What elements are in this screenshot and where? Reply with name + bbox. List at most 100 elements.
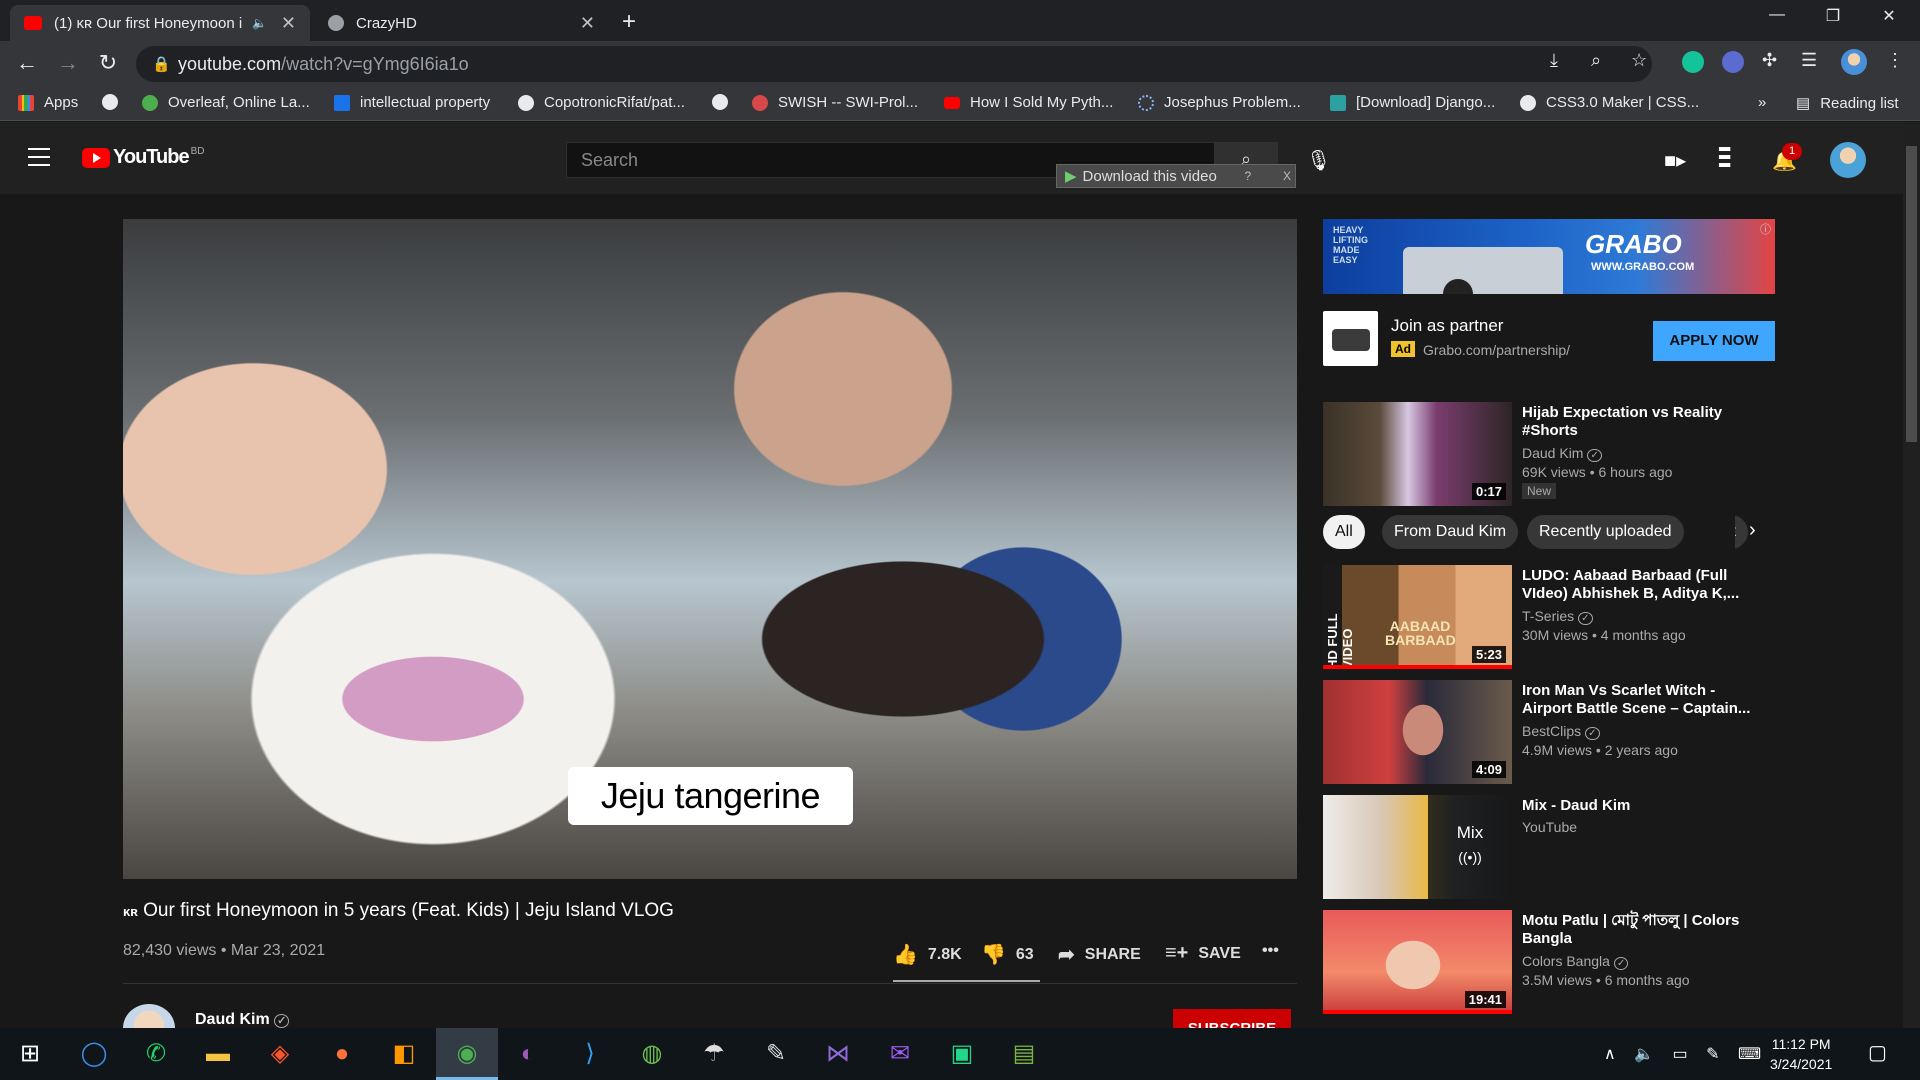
bookmark-django[interactable]: [Download] Django... bbox=[1330, 94, 1495, 111]
volume-icon[interactable]: 🔈 bbox=[1634, 1046, 1654, 1063]
chip-all[interactable]: All bbox=[1323, 515, 1365, 549]
related-video-item[interactable]: 0:17 Hijab Expectation vs Reality #Short… bbox=[1323, 402, 1783, 506]
zoom-icon[interactable]: ⌕ bbox=[1591, 50, 1601, 71]
grammarly-extension-icon[interactable] bbox=[1682, 51, 1704, 73]
profile-avatar[interactable] bbox=[1841, 49, 1867, 75]
video-thumbnail[interactable]: HD FULL VIDEO AABAAD BARBAAD 5:23 bbox=[1323, 565, 1512, 669]
restore-icon[interactable]: ❐ bbox=[1810, 6, 1856, 26]
new-tab-button[interactable]: + bbox=[622, 8, 636, 36]
notepad-icon[interactable]: ▤ bbox=[1006, 1036, 1042, 1072]
related-video-item[interactable]: HD FULL VIDEO AABAAD BARBAAD 5:23 LUDO: … bbox=[1323, 565, 1783, 669]
taskbar-clock[interactable]: 11:12 PM 3/24/2021 bbox=[1770, 1034, 1832, 1074]
bookmark-apps[interactable]: Apps bbox=[18, 94, 78, 111]
chevron-right-icon[interactable]: › bbox=[1749, 519, 1756, 542]
bookmark-css3[interactable]: CSS3.0 Maker | CSS... bbox=[1520, 94, 1699, 111]
menu-icon[interactable] bbox=[28, 148, 50, 166]
bookmark-globe[interactable] bbox=[102, 94, 118, 110]
sublime-icon[interactable]: ◧ bbox=[386, 1036, 422, 1072]
bookmark-overleaf[interactable]: Overleaf, Online La... bbox=[142, 94, 310, 111]
tab-close-icon[interactable]: ✕ bbox=[281, 13, 296, 34]
apply-now-button[interactable]: APPLY NOW bbox=[1653, 321, 1775, 361]
file-explorer-icon[interactable]: ▬ bbox=[200, 1036, 236, 1072]
related-video-item[interactable]: 19:41 Motu Patlu | মোটু পাতলু | Colors B… bbox=[1323, 910, 1783, 1014]
ad-thumbnail[interactable] bbox=[1323, 311, 1378, 366]
video-thumbnail[interactable]: 4:09 bbox=[1323, 680, 1512, 784]
download-close-button[interactable]: X bbox=[1279, 169, 1295, 183]
related-mix-item[interactable]: Mix ((•)) Mix - Daud Kim YouTube bbox=[1323, 795, 1783, 899]
inkscape-icon[interactable]: ✎ bbox=[758, 1036, 794, 1072]
related-title[interactable]: Motu Patlu | মোটু পাতলু | Colors Bangla bbox=[1522, 912, 1762, 948]
address-bar[interactable]: 🔒 youtube.com/watch?v=gYmg6I6ia1o bbox=[136, 46, 1652, 82]
network-tray-icon[interactable]: ▭ bbox=[1673, 1046, 1688, 1063]
bookmarks-overflow-button[interactable]: » bbox=[1758, 94, 1766, 111]
bookmark-josephus[interactable]: Josephus Problem... bbox=[1138, 94, 1301, 111]
tab-youtube-video[interactable]: (1) ᴋʀ Our first Honeymoon i 🔈 ✕ bbox=[10, 5, 310, 41]
extension-icon[interactable] bbox=[1722, 51, 1744, 73]
microphone-icon[interactable]: 🎙 bbox=[1306, 148, 1331, 173]
download-help-button[interactable]: ? bbox=[1241, 169, 1256, 183]
back-button[interactable]: ← bbox=[13, 50, 41, 76]
like-button[interactable]: 👍 7.8K bbox=[893, 942, 962, 967]
related-title[interactable]: Iron Man Vs Scarlet Witch - Airport Batt… bbox=[1522, 682, 1762, 718]
youtube-logo[interactable]: YouTube BD bbox=[82, 146, 204, 169]
share-button[interactable]: ➦ SHARE bbox=[1058, 942, 1141, 967]
reading-list-button[interactable]: ▤ Reading list bbox=[1796, 94, 1899, 113]
chevron-up-icon[interactable]: ∧ bbox=[1604, 1046, 1616, 1063]
bookmark-github[interactable]: CopotronicRifat/pat... bbox=[518, 94, 685, 111]
keyboard-icon[interactable]: ⌨ bbox=[1738, 1046, 1761, 1063]
messenger-icon[interactable]: ✉ bbox=[882, 1036, 918, 1072]
save-button[interactable]: ≡+ SAVE bbox=[1165, 942, 1241, 965]
visual-studio-icon[interactable]: ⋈ bbox=[820, 1036, 856, 1072]
dislike-button[interactable]: 👎 63 bbox=[981, 942, 1034, 967]
network-icon[interactable]: ◍ bbox=[634, 1036, 670, 1072]
bookmark-star-icon[interactable]: ☆ bbox=[1631, 50, 1647, 71]
video-thumbnail[interactable]: 0:17 bbox=[1323, 402, 1512, 506]
video-thumbnail[interactable]: 19:41 bbox=[1323, 910, 1512, 1014]
github-desktop-icon[interactable]: ◐ bbox=[510, 1036, 546, 1072]
firefox-icon[interactable]: ● bbox=[324, 1036, 360, 1072]
speaker-icon[interactable]: 🔈 bbox=[252, 16, 267, 30]
vscode-icon[interactable]: ⟩ bbox=[572, 1036, 608, 1072]
create-video-icon[interactable]: ■▸ bbox=[1664, 148, 1686, 173]
related-title[interactable]: Hijab Expectation vs Reality #Shorts bbox=[1522, 404, 1762, 440]
apps-grid-icon[interactable]: ▪▪▪ ▪▪▪ ▪▪▪ bbox=[1718, 142, 1731, 174]
extensions-puzzle-icon[interactable]: ✣ bbox=[1762, 50, 1777, 71]
video-player[interactable]: Jeju tangerine bbox=[123, 219, 1297, 879]
windows-start-icon[interactable]: ⊞ bbox=[12, 1036, 48, 1072]
chrome-icon[interactable]: ◉ bbox=[436, 1028, 498, 1080]
minimize-icon[interactable]: — bbox=[1754, 6, 1800, 24]
more-actions-button[interactable]: ••• bbox=[1262, 942, 1279, 960]
search-icon[interactable]: ◯ bbox=[76, 1036, 112, 1072]
close-window-icon[interactable]: ✕ bbox=[1866, 6, 1912, 26]
bookmark-intellectual-property[interactable]: intellectual property bbox=[334, 94, 490, 111]
media-control-icon[interactable]: ☰ bbox=[1801, 50, 1817, 71]
account-avatar[interactable] bbox=[1830, 142, 1866, 178]
related-title[interactable]: LUDO: Aabaad Barbaad (Full VIdeo) Abhish… bbox=[1522, 567, 1762, 603]
channel-name[interactable]: Daud Kim ✓ bbox=[195, 1011, 290, 1029]
bookmark-youtube[interactable]: How I Sold My Pyth... bbox=[944, 94, 1113, 111]
brave-icon[interactable]: ◈ bbox=[262, 1036, 298, 1072]
bookmark-swish[interactable]: SWISH -- SWI-Prol... bbox=[752, 94, 918, 111]
tab-crazyhd[interactable]: CrazyHD ✕ bbox=[314, 5, 609, 41]
chrome-menu-icon[interactable]: ⋮ bbox=[1886, 50, 1904, 71]
ad-title[interactable]: Join as partner bbox=[1391, 316, 1503, 336]
chip-recently-uploaded[interactable]: Recently uploaded bbox=[1527, 515, 1684, 549]
forward-button[interactable]: → bbox=[54, 50, 82, 76]
scrollbar-thumb[interactable] bbox=[1906, 146, 1917, 442]
install-icon[interactable]: ⤓ bbox=[1550, 50, 1558, 71]
related-title[interactable]: Mix - Daud Kim bbox=[1522, 797, 1762, 815]
mix-thumbnail[interactable]: Mix ((•)) bbox=[1323, 795, 1512, 899]
jupyter-icon[interactable]: ☂ bbox=[696, 1036, 732, 1072]
reload-button[interactable]: ↻ bbox=[94, 50, 122, 76]
download-video-bar[interactable]: ▶ Download this video ? X bbox=[1056, 164, 1296, 188]
related-video-item[interactable]: 4:09 Iron Man Vs Scarlet Witch - Airport… bbox=[1323, 680, 1783, 784]
action-center-icon[interactable]: ▢ bbox=[1868, 1040, 1887, 1065]
tab-close-icon[interactable]: ✕ bbox=[580, 13, 595, 34]
whatsapp-icon[interactable]: ✆ bbox=[138, 1036, 174, 1072]
ad-info-icon[interactable]: ⓘ bbox=[1760, 221, 1771, 237]
chip-from-daud-kim[interactable]: From Daud Kim bbox=[1382, 515, 1519, 549]
pycharm-icon[interactable]: ▣ bbox=[944, 1036, 980, 1072]
ad-banner[interactable]: HEAVY LIFTING MADE EASY GRABO WWW.GRABO.… bbox=[1323, 219, 1775, 294]
pen-icon[interactable]: ✎ bbox=[1706, 1046, 1719, 1063]
bookmark-globe-2[interactable] bbox=[712, 94, 728, 110]
